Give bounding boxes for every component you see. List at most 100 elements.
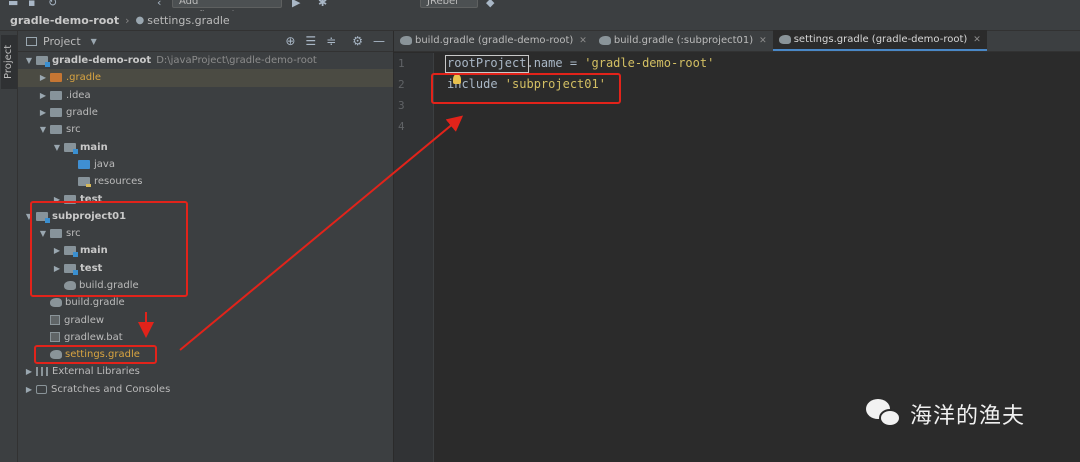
hide-icon[interactable]: —	[373, 34, 385, 48]
tree-item-label: gradle	[66, 107, 98, 119]
main-toolbar: ▬ ▪ ↻ ‹ Add Configuration... ▶ ✱ JRebel …	[0, 0, 1080, 11]
refresh-icon[interactable]: ↻	[48, 0, 57, 9]
tree-item-label: main	[80, 141, 108, 153]
source-folder-icon	[78, 159, 90, 169]
tree-item-main[interactable]: ▼ main	[18, 138, 393, 155]
tree-item-idea[interactable]: ▶ .idea	[18, 87, 393, 104]
annotation-box-include	[431, 73, 621, 104]
file-icon	[50, 332, 60, 343]
annotation-box-subproject	[30, 201, 188, 297]
locate-icon[interactable]: ⊕	[285, 34, 295, 48]
wechat-logo-icon	[866, 397, 902, 431]
chevron-right-icon[interactable]: ▶	[22, 385, 36, 394]
tree-item-external-libraries[interactable]: ▶ External Libraries	[18, 363, 393, 380]
code-token-text: .name =	[526, 56, 585, 70]
scratches-icon	[36, 384, 47, 394]
folder-icon	[50, 125, 62, 135]
breadcrumb-root[interactable]: gradle-demo-root	[10, 11, 119, 31]
tab-settings-gradle[interactable]: settings.gradle (gradle-demo-root) ✕	[772, 30, 987, 51]
tree-item-label: gradle-demo-root	[52, 55, 152, 67]
module-folder-icon	[64, 142, 78, 154]
folder-icon	[50, 73, 62, 83]
line-number: 2	[398, 78, 405, 91]
tree-item-label: java	[94, 158, 115, 170]
run-icon[interactable]: ▶	[292, 0, 300, 9]
tree-item-label: gradlew.bat	[64, 331, 123, 343]
terminal-icon	[50, 315, 60, 326]
expand-all-icon[interactable]: ☰	[305, 34, 316, 48]
open-icon[interactable]: ▬	[8, 0, 18, 9]
tab-label: settings.gradle (gradle-demo-root)	[793, 34, 968, 45]
debug-icon[interactable]: ✱	[318, 0, 327, 9]
word-highlight	[445, 55, 529, 73]
tree-item-label: resources	[94, 176, 143, 188]
line-number: 1	[398, 57, 405, 70]
editor-tabs: build.gradle (gradle-demo-root) ✕ build.…	[394, 30, 1080, 52]
breadcrumb: gradle-demo-root › ● settings.gradle	[0, 11, 1080, 31]
jrebel-dropdown[interactable]: JRebel	[420, 0, 478, 8]
tree-item-gradlew-bat[interactable]: gradlew.bat	[18, 329, 393, 346]
folder-icon	[50, 90, 62, 100]
project-view-icon	[26, 36, 37, 46]
project-panel-title[interactable]: Project	[43, 35, 81, 48]
tree-item-scratches[interactable]: ▶ Scratches and Consoles	[18, 381, 393, 398]
save-icon[interactable]: ▪	[28, 0, 35, 9]
gradle-icon: ●	[135, 14, 145, 26]
tree-item-label: .gradle	[66, 72, 102, 84]
line-number: 4	[398, 120, 405, 133]
tab-build-gradle-root[interactable]: build.gradle (gradle-demo-root) ✕	[394, 30, 593, 51]
gear-icon[interactable]: ⚙	[352, 34, 363, 48]
close-icon[interactable]: ✕	[759, 36, 767, 46]
tree-item-gradle[interactable]: ▶ gradle	[18, 104, 393, 121]
run-config-dropdown[interactable]: Add Configuration...	[172, 0, 282, 11]
tree-item-src[interactable]: ▼ src	[18, 121, 393, 138]
project-panel-header: Project ▼ ⊕ ☰ ≑ ⚙ —	[18, 31, 393, 52]
tab-label: build.gradle (:subproject01)	[613, 35, 754, 46]
tree-item-label: src	[66, 124, 81, 136]
line-number: 3	[398, 99, 405, 112]
tree-item-label: build.gradle	[65, 297, 125, 309]
chevron-down-icon[interactable]: ▼	[36, 125, 50, 134]
chevron-right-icon[interactable]: ▶	[36, 91, 50, 100]
tree-item-root[interactable]: ▼ gradle-demo-root D:\javaProject\gradle…	[18, 52, 393, 69]
tree-item-java[interactable]: java	[18, 156, 393, 173]
collapse-all-icon[interactable]: ≑	[326, 34, 336, 48]
gradle-icon	[598, 36, 611, 45]
tree-item-resources[interactable]: resources	[18, 173, 393, 190]
breadcrumb-separator: ›	[125, 13, 130, 27]
chevron-down-icon[interactable]: ▼	[50, 143, 64, 152]
tree-item-path: D:\javaProject\gradle-demo-root	[156, 55, 317, 67]
chevron-right-icon[interactable]: ▶	[36, 73, 50, 82]
jrebel-icon[interactable]: ◆	[486, 0, 494, 9]
tree-item-label: Scratches and Consoles	[51, 383, 171, 395]
resources-folder-icon	[78, 177, 91, 188]
tab-label: build.gradle (gradle-demo-root)	[415, 35, 574, 46]
tree-item-dot-gradle[interactable]: ▶ .gradle	[18, 69, 393, 87]
tab-build-gradle-subproject[interactable]: build.gradle (:subproject01) ✕	[593, 30, 773, 51]
annotation-box-settings	[34, 345, 157, 364]
gradle-icon	[400, 36, 412, 45]
module-folder-icon	[36, 56, 50, 68]
watermark: 海洋的渔夫	[866, 397, 1025, 431]
library-icon	[36, 367, 48, 377]
gradle-icon	[50, 298, 62, 308]
gradle-icon	[778, 35, 791, 44]
chevron-right-icon[interactable]: ▶	[22, 367, 36, 376]
line-number-gutter: 1 2 3 4	[394, 53, 434, 462]
code-token-string: 'gradle-demo-root'	[584, 56, 715, 70]
breadcrumb-file[interactable]: settings.gradle	[147, 11, 229, 31]
close-icon[interactable]: ✕	[973, 35, 981, 45]
chevron-right-icon[interactable]: ▶	[36, 108, 50, 117]
watermark-text: 海洋的渔夫	[910, 404, 1026, 429]
back-icon[interactable]: ‹	[157, 0, 161, 9]
tool-window-strip: Project	[0, 31, 18, 462]
chevron-down-icon[interactable]: ▼	[22, 56, 36, 65]
chevron-down-icon[interactable]: ▼	[91, 37, 97, 46]
tree-item-label: gradlew	[64, 314, 105, 326]
tree-item-gradlew[interactable]: gradlew	[18, 311, 393, 328]
project-tool-window-button[interactable]: Project	[1, 35, 17, 89]
code-line-1[interactable]: rootProject.name = 'gradle-demo-root'	[445, 53, 715, 74]
tree-item-label: External Libraries	[52, 366, 140, 378]
close-icon[interactable]: ✕	[579, 36, 587, 46]
tree-item-label: .idea	[66, 89, 91, 101]
